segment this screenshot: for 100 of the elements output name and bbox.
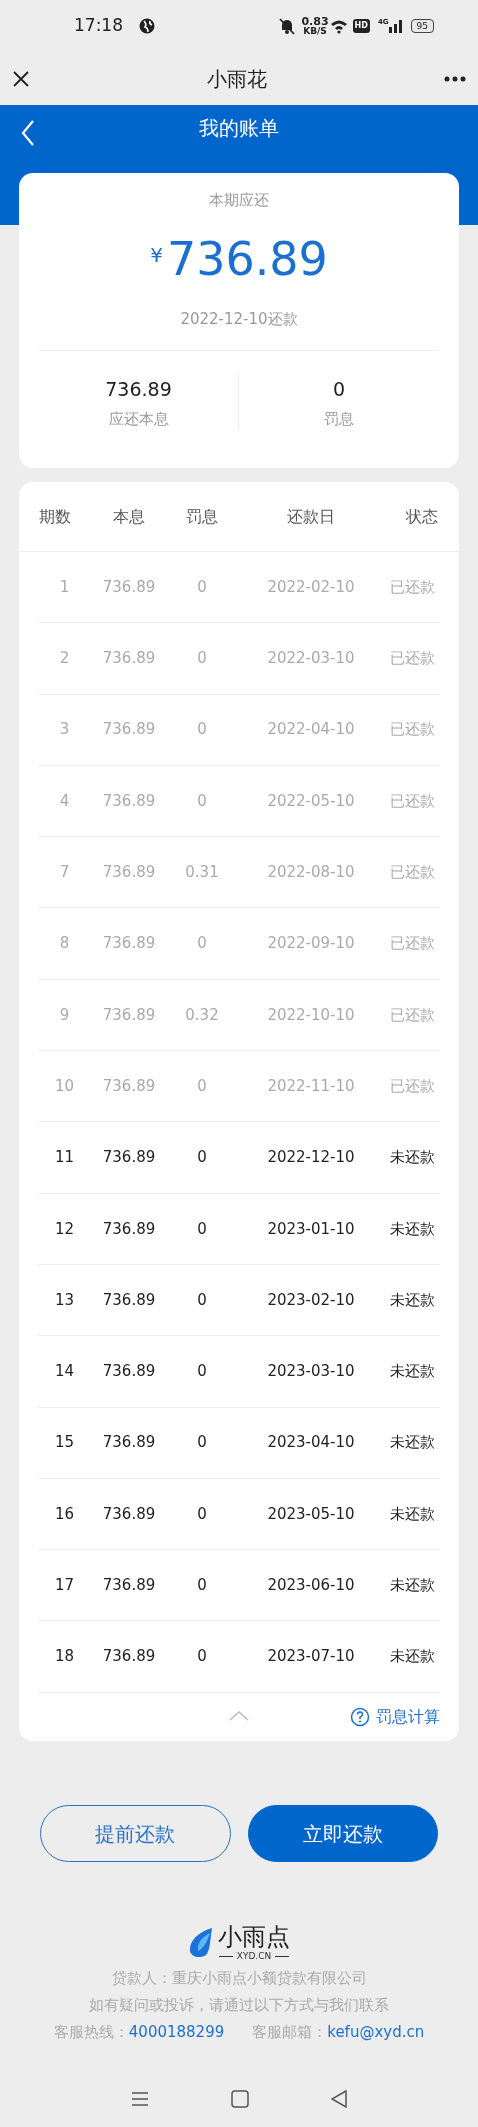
home-icon[interactable] xyxy=(231,2089,249,2108)
table-cell-text: 0 xyxy=(196,648,208,670)
table-cell-text: 1 xyxy=(58,576,71,598)
repay-now-button[interactable]: 立即还款 xyxy=(247,1805,438,1862)
table-cell-text: 0 xyxy=(196,1575,208,1597)
table-cell-text: 2022-05-10 xyxy=(266,790,356,812)
close-icon[interactable] xyxy=(12,69,30,88)
table-cell-text: 0 xyxy=(196,1289,208,1311)
table-cell-text: 2022-08-10 xyxy=(266,862,356,884)
logo-name: 小雨点 xyxy=(218,1925,290,1949)
column-header: 期数 xyxy=(38,505,72,528)
table-cell-text: 0.31 xyxy=(184,862,220,884)
table-cell-text: 736.89 xyxy=(101,1432,157,1454)
table-cell-text: 已还款 xyxy=(389,790,436,812)
table-cell-text: 2022-10-10 xyxy=(266,1004,356,1026)
table-cell-text: 0 xyxy=(196,790,208,812)
table-cell-text: 0 xyxy=(196,1503,208,1525)
battery-indicator: 95 xyxy=(410,19,434,33)
contact-note: 如有疑问或投诉，请通过以下方式与我们联系 xyxy=(89,1995,389,2016)
currency-symbol: ¥ xyxy=(150,241,163,269)
table-cell-text: 736.89 xyxy=(101,933,157,955)
table-cell-text: 736.89 xyxy=(101,1503,157,1525)
table-cell-text: 11 xyxy=(53,1147,76,1169)
table-cell-text: 2023-04-10 xyxy=(266,1432,356,1454)
penalty-calc-link[interactable]: 罚息计算 xyxy=(350,1704,440,1729)
table-cell-text: 已还款 xyxy=(389,576,436,598)
table-cell-text: 2022-11-10 xyxy=(266,1075,356,1097)
logo-domain: XYD.CN xyxy=(236,1952,272,1961)
figure-value: 0 xyxy=(332,377,346,402)
table-cell-text: 2023-01-10 xyxy=(266,1218,356,1240)
table-cell-text: 2023-06-10 xyxy=(266,1575,356,1597)
table-cell-text: 0 xyxy=(196,1361,208,1383)
figure-label: 罚息 xyxy=(324,408,354,430)
table-cell-text: 736.89 xyxy=(101,790,157,812)
column-header: 罚息 xyxy=(185,505,219,528)
figure-value: 736.89 xyxy=(105,377,172,402)
table-cell-text: 0 xyxy=(196,1646,208,1668)
hotline-link[interactable]: 4000188299 xyxy=(128,2019,225,2046)
table-cell-text: 14 xyxy=(53,1361,76,1383)
column-header: 还款日 xyxy=(286,505,336,528)
table-cell-text: 0 xyxy=(196,933,208,955)
table-cell-text: 未还款 xyxy=(389,1646,436,1668)
table-cell-text: 10 xyxy=(53,1075,76,1097)
table-cell-text: 未还款 xyxy=(389,1432,436,1454)
table-cell-text: 0 xyxy=(196,719,208,741)
table-cell-text: 15 xyxy=(53,1432,76,1454)
table-cell-text: 未还款 xyxy=(389,1289,436,1311)
table-cell-text: 未还款 xyxy=(389,1218,436,1240)
table-cell-text: 2023-02-10 xyxy=(266,1289,356,1311)
table-cell-text: 736.89 xyxy=(101,862,157,884)
table-cell-text: 9 xyxy=(58,1004,71,1026)
table-cell-text: 736.89 xyxy=(101,648,157,670)
table-cell-text: 0 xyxy=(196,576,208,598)
speed-unit: KB/S xyxy=(303,27,327,36)
table-cell-text: 2023-03-10 xyxy=(266,1361,356,1383)
back-icon[interactable] xyxy=(331,2089,347,2108)
globe-icon xyxy=(139,18,155,34)
figure-label: 应还本息 xyxy=(108,408,169,430)
more-icon[interactable] xyxy=(444,75,466,82)
table-cell-text: 12 xyxy=(53,1218,76,1240)
column-header: 本息 xyxy=(112,505,146,528)
clock: 17:18 xyxy=(74,14,123,38)
table-cell-text: 0.32 xyxy=(184,1004,220,1026)
table-cell-text: 736.89 xyxy=(101,1289,157,1311)
table-cell-text: 736.89 xyxy=(101,1646,157,1668)
signal-icon xyxy=(388,19,403,33)
table-cell-text: 2022-09-10 xyxy=(266,933,356,955)
table-cell-text: 2022-03-10 xyxy=(266,648,356,670)
table-cell-text: 8 xyxy=(58,933,71,955)
table-cell-text: 13 xyxy=(53,1289,76,1311)
table-cell-text: 2022-04-10 xyxy=(266,719,356,741)
table-cell-text: 已还款 xyxy=(389,648,436,670)
logo-icon xyxy=(188,1927,214,1959)
table-cell-text: 736.89 xyxy=(101,1575,157,1597)
page-title: 我的账单 xyxy=(199,115,279,142)
network-speed: 0.83 xyxy=(301,16,329,27)
table-cell-text: 4 xyxy=(58,790,71,812)
muted-bell-icon xyxy=(277,17,298,35)
table-cell-text: 0 xyxy=(196,1218,208,1240)
email-label: 客服邮箱： xyxy=(252,2022,328,2043)
table-cell-text: 2022-12-10 xyxy=(266,1147,356,1169)
column-header: 状态 xyxy=(405,505,439,528)
table-cell-text: 2023-05-10 xyxy=(266,1503,356,1525)
table-cell-text: 16 xyxy=(53,1503,76,1525)
due-date: 2022-12-10还款 xyxy=(180,308,298,330)
table-cell-text: 已还款 xyxy=(389,933,436,955)
table-cell-text: 未还款 xyxy=(389,1361,436,1383)
hd-badge: HD xyxy=(352,19,370,33)
menu-icon[interactable] xyxy=(131,2090,149,2107)
table-cell-text: 736.89 xyxy=(101,1004,157,1026)
table-cell-text: 736.89 xyxy=(101,1361,157,1383)
table-cell-text: 18 xyxy=(53,1646,76,1668)
back-icon[interactable] xyxy=(20,119,36,147)
table-cell-text: 2 xyxy=(58,648,71,670)
email-link[interactable]: kefu@xyd.cn xyxy=(327,2019,425,2046)
lender-text: 贷款人：重庆小雨点小额贷款有限公司 xyxy=(111,1968,367,1989)
table-cell-text: 736.89 xyxy=(101,1075,157,1097)
table-cell-text: 已还款 xyxy=(389,719,436,741)
table-cell-text: 0 xyxy=(196,1075,208,1097)
table-cell-text: 2022-02-10 xyxy=(266,576,356,598)
